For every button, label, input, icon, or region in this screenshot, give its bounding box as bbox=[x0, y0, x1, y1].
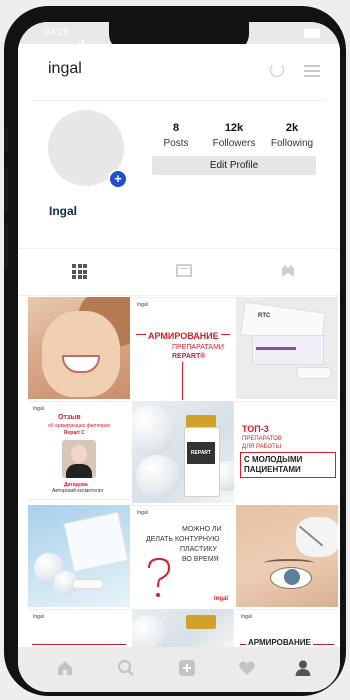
profile-icon[interactable] bbox=[294, 659, 312, 677]
refresh-icon[interactable] bbox=[270, 63, 284, 77]
post-2-subtitle: ПРЕПАРАТАМИ bbox=[172, 344, 224, 351]
display-name: Ingal bbox=[49, 204, 78, 218]
post-4-footer-rule bbox=[28, 499, 130, 500]
post-9[interactable] bbox=[236, 505, 338, 607]
post-6[interactable]: ТОП-3 ПРЕПАРАТОВ ДЛЯ РАБОТЫ С МОЛОДЫМИ П… bbox=[236, 401, 338, 504]
post-8-line-1: МОЖНО ЛИ bbox=[182, 526, 222, 533]
post-2-brand-name: REPART® bbox=[172, 353, 206, 360]
post-7-box bbox=[63, 511, 129, 573]
post-7-ampoule bbox=[72, 579, 104, 589]
stat-followers[interactable]: 12k Followers bbox=[204, 122, 264, 149]
profile-username: ingal bbox=[48, 60, 82, 77]
post-2[interactable]: Ingal АРМИРОВАНИЕ ПРЕПАРАТАМИ REPART® bbox=[132, 297, 234, 400]
post-8-line-4: ВО ВРЕМЯ bbox=[182, 556, 219, 563]
feed-icon[interactable] bbox=[176, 264, 192, 277]
post-5-bubble-1 bbox=[132, 405, 176, 455]
post-6-line-4: С МОЛОДЫМИ bbox=[244, 455, 303, 464]
post-8-brand: Ingal bbox=[137, 510, 148, 516]
post-6-line-2: ПРЕПАРАТОВ bbox=[242, 436, 282, 442]
post-12-brand: Ingal bbox=[241, 614, 252, 620]
add-post-icon[interactable] bbox=[178, 659, 196, 677]
home-icon[interactable] bbox=[56, 659, 74, 677]
post-7[interactable] bbox=[28, 505, 130, 607]
post-9-iris bbox=[284, 569, 300, 585]
tabs-divider-bottom bbox=[18, 295, 340, 296]
post-3-stripe bbox=[256, 347, 296, 350]
search-icon[interactable] bbox=[117, 659, 135, 677]
battery-icon bbox=[304, 29, 320, 38]
post-5-bubble-2 bbox=[136, 455, 180, 499]
question-mark-icon bbox=[148, 557, 171, 597]
volume-up-button bbox=[4, 166, 8, 214]
post-4-role: Авторский косметолог bbox=[52, 488, 104, 494]
post-3-logo: RTC bbox=[258, 313, 271, 319]
stat-following-label: Following bbox=[270, 138, 314, 149]
post-10-rule bbox=[32, 644, 126, 645]
edit-profile-button[interactable]: Edit Profile bbox=[152, 156, 316, 175]
profile-header: ingal bbox=[18, 44, 340, 100]
stat-following-value: 2k bbox=[285, 122, 299, 134]
volume-down-button bbox=[4, 222, 8, 270]
post-11-photo[interactable] bbox=[132, 609, 234, 649]
status-time: 04:28 bbox=[44, 27, 70, 38]
post-11-vial-cap bbox=[186, 615, 216, 629]
mute-switch bbox=[4, 126, 8, 152]
post-4-brand: Ingal bbox=[33, 406, 44, 412]
profile-tabs bbox=[18, 249, 340, 295]
stat-following[interactable]: 2k Following bbox=[262, 122, 322, 149]
post-6-title: ТОП-3 bbox=[242, 424, 269, 434]
post-3[interactable]: RTC bbox=[236, 297, 338, 399]
heart-icon[interactable] bbox=[238, 659, 256, 677]
post-5-vial-label: REPART bbox=[187, 442, 215, 464]
stat-posts-label: Posts bbox=[163, 138, 189, 149]
post-11-bubble bbox=[132, 615, 168, 649]
post-12[interactable]: Ingal АРМИРОВАНИЕ bbox=[236, 609, 338, 650]
post-6-line-5: ПАЦИЕНТАМИ bbox=[244, 465, 301, 474]
post-5[interactable]: REPART bbox=[132, 401, 234, 503]
post-10-brand: Ingal bbox=[33, 614, 44, 620]
tagged-icon[interactable] bbox=[281, 264, 295, 278]
bottom-nav bbox=[18, 647, 340, 692]
post-6-line-3: ДЛЯ РАБОТЫ bbox=[242, 444, 282, 450]
post-4-face bbox=[71, 445, 87, 463]
post-5-vial: REPART bbox=[184, 427, 220, 497]
post-1[interactable] bbox=[28, 297, 130, 399]
stat-followers-value: 12k bbox=[224, 122, 244, 134]
stat-posts[interactable]: 8 Posts bbox=[146, 122, 206, 149]
post-4-clothes bbox=[66, 464, 92, 478]
post-4[interactable]: Ingal Отзыв об армирующих филлерах Repar… bbox=[28, 401, 130, 504]
post-3-box-2 bbox=[252, 335, 324, 365]
stat-posts-value: 8 bbox=[172, 122, 180, 134]
menu-icon[interactable] bbox=[304, 65, 320, 80]
grid-icon[interactable] bbox=[72, 264, 87, 279]
add-story-icon[interactable]: + bbox=[108, 169, 128, 189]
stat-followers-label: Followers bbox=[212, 138, 256, 149]
post-4-product: Repart C bbox=[64, 430, 85, 436]
post-4-portrait bbox=[62, 440, 96, 478]
post-2-brand: Ingal bbox=[137, 302, 148, 308]
post-1-face bbox=[42, 311, 120, 397]
post-10[interactable]: Ingal bbox=[28, 609, 130, 650]
app-screen: 04:28 ingal + 8 Posts 12k Followers 2k F… bbox=[18, 22, 340, 692]
header-divider bbox=[32, 100, 326, 101]
post-9-lashes bbox=[264, 559, 314, 567]
post-2-title: АРМИРОВАНИЕ bbox=[146, 331, 221, 342]
post-4-title: Отзыв bbox=[58, 414, 81, 421]
post-3-ampoule bbox=[296, 367, 332, 379]
phone-frame: 04:28 ingal + 8 Posts 12k Followers 2k F… bbox=[4, 6, 346, 696]
post-9-glove bbox=[296, 517, 338, 557]
post-12-title: АРМИРОВАНИЕ bbox=[246, 638, 313, 647]
post-8-line-3: ПЛАСТИКУ bbox=[180, 546, 217, 553]
post-8[interactable]: Ingal МОЖНО ЛИ ДЕЛАТЬ КОНТУРНУЮ ПЛАСТИКУ… bbox=[132, 505, 234, 608]
post-8-line-2: ДЕЛАТЬ КОНТУРНУЮ bbox=[146, 536, 220, 543]
post-8-logo: Ingal bbox=[214, 596, 229, 602]
post-2-accent-line bbox=[182, 362, 183, 400]
post-4-subtitle: об армирующих филлерах bbox=[48, 423, 111, 429]
